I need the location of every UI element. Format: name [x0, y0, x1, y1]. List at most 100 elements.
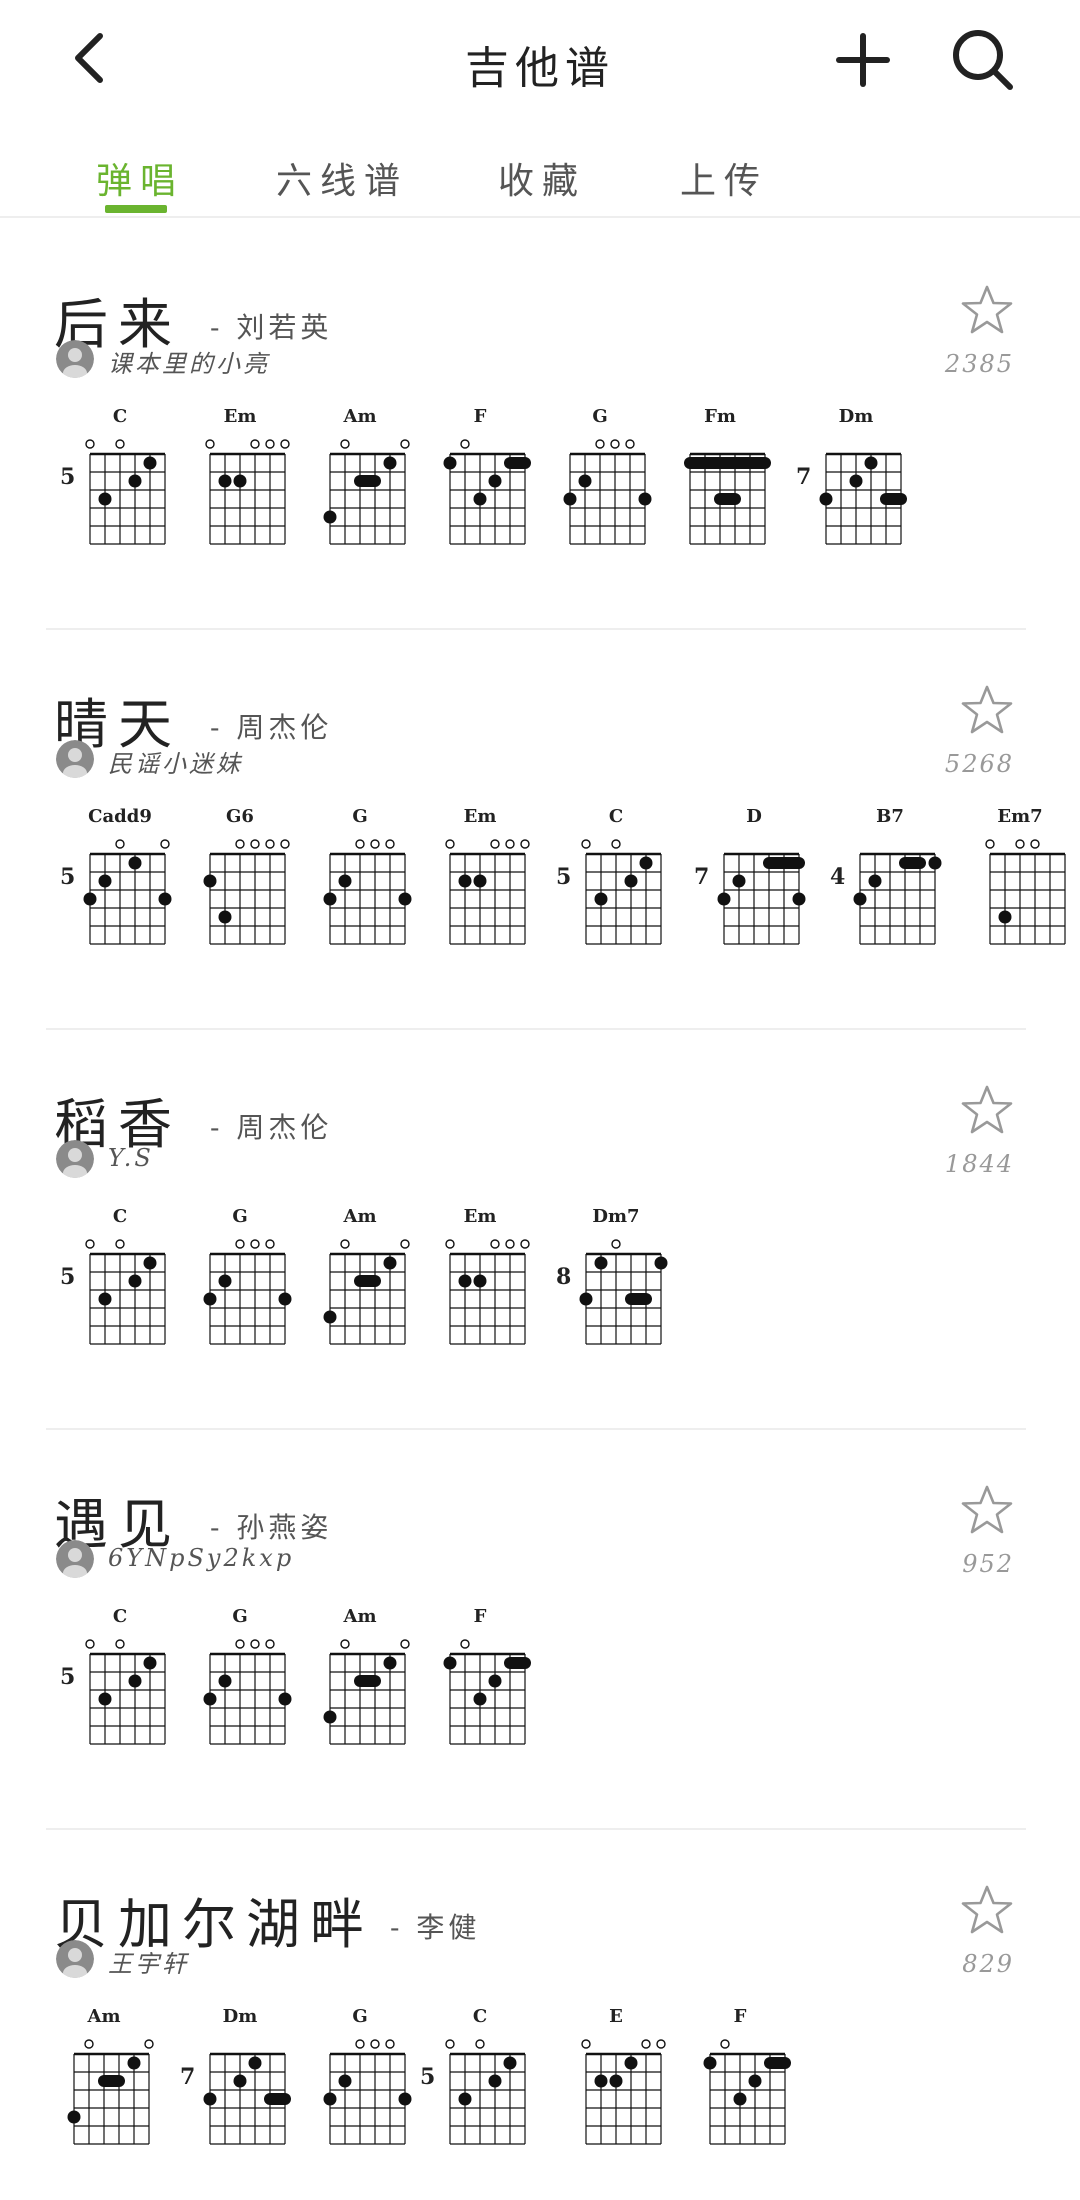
finger-dot: [849, 474, 863, 488]
song-card[interactable]: 稻香 - 周杰伦 1844 Y.S C 5 G Am Em Dm7 8: [0, 1030, 1080, 1430]
chord-chart: Em: [420, 1200, 540, 1400]
chord-chart: Am: [300, 1200, 420, 1400]
open-string-marker: [265, 439, 275, 449]
chord-diagram: [203, 839, 290, 945]
chord-name: Em7: [997, 806, 1043, 827]
uploader-name[interactable]: 王宇轩: [108, 1944, 189, 1979]
finger-dot: [143, 1256, 157, 1270]
open-string-marker: [475, 2039, 485, 2049]
star-icon[interactable]: [960, 1884, 1014, 1936]
avatar[interactable]: [56, 740, 94, 778]
open-string-marker: [445, 1239, 455, 1249]
chord-diagram: [985, 839, 1066, 945]
finger-dot: [473, 1274, 487, 1288]
star-icon[interactable]: [960, 684, 1014, 736]
open-string-marker: [280, 439, 290, 449]
chord-name: Dm: [222, 2006, 258, 2027]
finger-dot: [383, 456, 397, 470]
finger-dot: [98, 1292, 112, 1306]
chord-chart: F: [420, 1600, 540, 1800]
open-string-marker: [460, 439, 470, 449]
finger-dot: [158, 892, 172, 906]
finger-dot: [563, 492, 577, 506]
chord-diagram: [85, 1639, 166, 1745]
star-icon[interactable]: [960, 1084, 1014, 1136]
avatar[interactable]: [56, 340, 94, 378]
song-card[interactable]: 遇见 - 孙燕姿 952 6YNpSy2kxp C 5 G Am F: [0, 1430, 1080, 1830]
chord-diagram: [581, 839, 662, 945]
finger-dot: [248, 2056, 262, 2070]
star-icon[interactable]: [960, 1484, 1014, 1536]
chord-chart: Fm: [660, 400, 780, 600]
song-artist: - 李健: [390, 1911, 481, 1944]
song-artist: - 周杰伦: [210, 1111, 333, 1144]
open-string-marker: [490, 839, 500, 849]
finger-dot: [398, 2092, 412, 2106]
open-string-marker: [250, 1239, 260, 1249]
finger-dot: [732, 874, 746, 888]
finger-dot: [398, 892, 412, 906]
chord-diagram: [203, 2052, 291, 2145]
chord-name: F: [473, 406, 487, 427]
chord-name: Am: [87, 2006, 121, 2027]
chord-name: Am: [343, 1206, 377, 1227]
favorite-count: 1844: [944, 1150, 1014, 1178]
chord-diagram: [581, 2039, 666, 2145]
finger-dot: [128, 474, 142, 488]
song-card[interactable]: 后来 - 刘若英 2385 课本里的小亮 C 5 Em Am F G Fm Dm 7: [0, 230, 1080, 630]
open-string-marker: [370, 2039, 380, 2049]
avatar[interactable]: [56, 1940, 94, 1978]
song-card[interactable]: 晴天 - 周杰伦 5268 民谣小迷妹 Cadd9 5 G6 G Em C 5 D 7 B7 4 Em…: [0, 630, 1080, 1030]
tab-favorites[interactable]: 收藏: [498, 152, 586, 204]
finger-dot: [578, 474, 592, 488]
chord-diagram: [717, 852, 806, 945]
uploader-name[interactable]: Y.S: [108, 1144, 154, 1172]
open-string-marker: [235, 839, 245, 849]
tab-upload[interactable]: 上传: [680, 152, 768, 204]
tab-tablature[interactable]: 六线谱: [276, 152, 408, 204]
open-string-marker: [505, 1239, 515, 1249]
search-icon[interactable]: [950, 27, 1016, 93]
finger-dot: [203, 874, 217, 888]
chord-name: E: [609, 2006, 623, 2027]
uploader-name[interactable]: 课本里的小亮: [108, 344, 270, 379]
finger-dot: [383, 1256, 397, 1270]
barre-marker: [354, 1275, 381, 1287]
barre-marker: [880, 493, 907, 505]
chord-diagram: [703, 2039, 791, 2145]
finger-dot: [443, 456, 457, 470]
open-string-marker: [720, 2039, 730, 2049]
chord-diagram: [83, 839, 172, 945]
finger-dot: [338, 2074, 352, 2088]
barre-marker: [264, 2093, 291, 2105]
chord-diagram: [445, 2039, 526, 2145]
star-icon[interactable]: [960, 284, 1014, 336]
finger-dot: [458, 2092, 472, 2106]
barre-marker: [98, 2075, 125, 2087]
tab-strum-sing[interactable]: 弹唱: [96, 152, 184, 204]
uploader-name[interactable]: 民谣小迷妹: [108, 744, 243, 779]
open-string-marker: [985, 839, 995, 849]
chord-diagram: [203, 1639, 292, 1745]
open-string-marker: [144, 2039, 154, 2049]
barre-marker: [763, 857, 805, 869]
avatar[interactable]: [56, 1140, 94, 1178]
finger-dot: [218, 910, 232, 924]
chord-name: F: [733, 2006, 747, 2027]
plus-icon[interactable]: [833, 30, 893, 90]
finger-dot: [203, 1292, 217, 1306]
uploader-name[interactable]: 6YNpSy2kxp: [108, 1544, 294, 1572]
favorite-count: 2385: [944, 350, 1014, 378]
chord-chart: F: [680, 2000, 800, 2200]
chord-chart: G: [180, 1600, 300, 1800]
open-string-marker: [1030, 839, 1040, 849]
chord-name: C: [608, 806, 624, 827]
chord-name: C: [112, 406, 128, 427]
barre-marker: [764, 2057, 791, 2069]
finger-dot: [203, 1692, 217, 1706]
finger-dot: [143, 456, 157, 470]
finger-dot: [98, 874, 112, 888]
chord-chart: B7 4: [830, 800, 950, 1000]
song-card[interactable]: 贝加尔湖畔 - 李健 829 王宇轩 Am Dm 7 G C 5 E F: [0, 1830, 1080, 2200]
avatar[interactable]: [56, 1540, 94, 1578]
